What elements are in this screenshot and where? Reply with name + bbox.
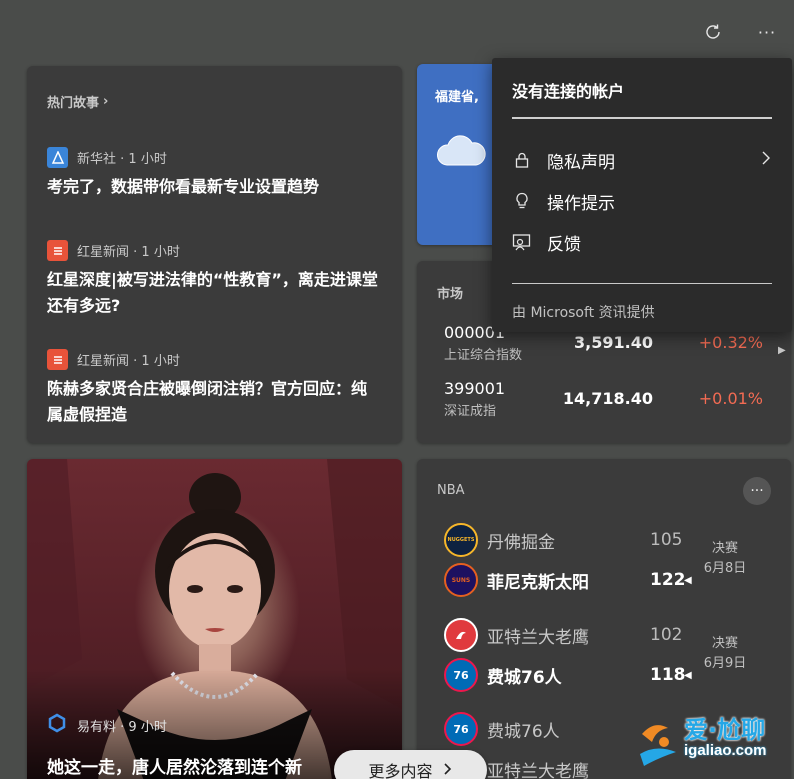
- site-watermark: 爱·尬聊 igaliao.com: [634, 708, 794, 779]
- game-stage: 决赛: [711, 636, 738, 651]
- team-row[interactable]: 亚特兰大老鹰 102: [444, 617, 694, 653]
- sixers-logo-icon: 76: [444, 658, 478, 692]
- refresh-button[interactable]: [699, 18, 727, 46]
- game-date: 6月9日: [703, 656, 747, 671]
- yiyouliao-logo-icon: [47, 713, 67, 737]
- privacy-statement-label: 隐私声明: [547, 152, 615, 173]
- news-source: 新华社: [77, 152, 117, 167]
- team-score: 105: [650, 530, 683, 550]
- more-options-button[interactable]: ···: [753, 18, 781, 46]
- story-source: 易有料 · 9 小时: [47, 713, 167, 737]
- refresh-icon: [706, 24, 720, 39]
- privacy-statement-item[interactable]: 隐私声明: [512, 144, 772, 176]
- news-time: · 1 小时: [116, 152, 167, 167]
- photo-story-card[interactable]: 易有料 · 9 小时 她这一走，唐人居然沦落到连个新: [27, 459, 402, 779]
- chevron-right-icon: [443, 761, 453, 779]
- tips-label: 操作提示: [547, 193, 615, 214]
- story-headline: 她这一走，唐人居然沦落到连个新: [47, 758, 302, 778]
- story-source-name: 易有料: [77, 719, 117, 735]
- nuggets-logo-icon: NUGGETS: [444, 523, 478, 557]
- lightbulb-icon: [512, 191, 532, 211]
- suns-logo-icon: SUNS: [444, 563, 478, 597]
- stock-price: 14,718.40: [562, 389, 653, 408]
- sixers-logo-icon: 76: [444, 712, 478, 746]
- winner-indicator-icon: ◀: [684, 669, 692, 681]
- stock-change: +0.32%: [698, 333, 763, 352]
- team-row[interactable]: NUGGETS 丹佛掘金 105: [444, 522, 694, 558]
- news-source: 红星新闻: [77, 354, 130, 369]
- news-headline: 陈赫多家贤合庄被曝倒闭注销？官方回应：纯属虚假捏造: [47, 379, 368, 424]
- game-meta: 决赛 6月8日: [695, 539, 755, 579]
- menu-divider: [512, 283, 772, 284]
- story-time: · 9 小时: [116, 719, 167, 735]
- news-time: · 1 小时: [129, 354, 180, 369]
- team-name: 菲尼克斯太阳: [487, 572, 589, 593]
- hawks-logo-icon: [444, 618, 478, 652]
- team-name: 丹佛掘金: [487, 532, 555, 553]
- chevron-right-icon: [760, 150, 772, 171]
- top-stories-header[interactable]: 热门故事 ›: [47, 92, 382, 111]
- nba-more-button[interactable]: ···: [743, 477, 771, 505]
- watermark-text: 爱·尬聊: [684, 716, 766, 744]
- cloud-icon: [435, 133, 499, 173]
- top-stories-card: 热门故事 › 新华社 · 1 小时 考完了，数据带你看最新专业设置趋势 红星新闻…: [27, 66, 402, 443]
- market-row[interactable]: 399001 深证成指 14,718.40 +0.01%: [444, 379, 763, 425]
- news-item[interactable]: 红星新闻 · 1 小时 红星深度|被写进法律的“性教育”，离走进课堂还有多远?: [47, 240, 382, 319]
- watermark-logo-icon: [640, 725, 676, 766]
- game-meta: 决赛 6月9日: [695, 634, 755, 674]
- team-score: 118: [650, 665, 686, 685]
- top-stories-title: 热门故事: [47, 96, 100, 111]
- lock-icon: [512, 150, 532, 170]
- more-icon: ···: [757, 22, 777, 42]
- news-headline: 红星深度|被写进法律的“性教育”，离走进课堂还有多远?: [47, 270, 378, 315]
- hongxing-logo-icon: [47, 349, 68, 370]
- nba-title: NBA: [437, 483, 465, 498]
- winner-indicator-icon: ◀: [684, 574, 692, 586]
- team-score: 102: [650, 625, 683, 645]
- news-source: 红星新闻: [77, 245, 130, 260]
- news-time: · 1 小时: [129, 245, 180, 260]
- team-row[interactable]: 76 费城76人 118 ◀: [444, 657, 694, 693]
- powered-by-text: 由 Microsoft 资讯提供: [512, 305, 655, 321]
- more-icon: ···: [750, 483, 764, 499]
- news-headline: 考完了，数据带你看最新专业设置趋势: [47, 177, 320, 196]
- team-score: 122: [650, 570, 686, 590]
- feedback-icon: [512, 232, 532, 252]
- feedback-item[interactable]: 反馈: [512, 226, 772, 258]
- game-stage: 决赛: [711, 541, 738, 556]
- xinhua-logo-icon: [47, 147, 68, 168]
- feedback-label: 反馈: [547, 234, 581, 255]
- game-date: 6月8日: [703, 561, 747, 576]
- more-content-label: 更多内容: [368, 762, 433, 779]
- more-content-button[interactable]: 更多内容: [334, 750, 487, 779]
- watermark-url: igaliao.com: [684, 742, 767, 759]
- stock-change: +0.01%: [698, 389, 763, 408]
- title-underline: [512, 117, 772, 119]
- options-dropdown: 没有连接的帐户 隐私声明 操作提示 反馈 由 Microsoft 资讯提供: [492, 58, 792, 332]
- news-item[interactable]: 新华社 · 1 小时 考完了，数据带你看最新专业设置趋势: [47, 147, 382, 200]
- chevron-right-icon: ›: [103, 94, 109, 109]
- accounts-status-title: 没有连接的帐户: [512, 82, 625, 101]
- scroll-right-icon[interactable]: ▶: [778, 345, 786, 356]
- team-name: 费城76人: [487, 667, 562, 688]
- team-row[interactable]: SUNS 菲尼克斯太阳 122 ◀: [444, 562, 694, 598]
- weather-location: 福建省,: [435, 90, 479, 105]
- tips-item[interactable]: 操作提示: [512, 185, 772, 217]
- team-name: 亚特兰大老鹰: [487, 627, 589, 648]
- news-item[interactable]: 红星新闻 · 1 小时 陈赫多家贤合庄被曝倒闭注销？官方回应：纯属虚假捏造: [47, 349, 382, 428]
- stock-price: 3,591.40: [574, 333, 653, 352]
- hongxing-logo-icon: [47, 240, 68, 261]
